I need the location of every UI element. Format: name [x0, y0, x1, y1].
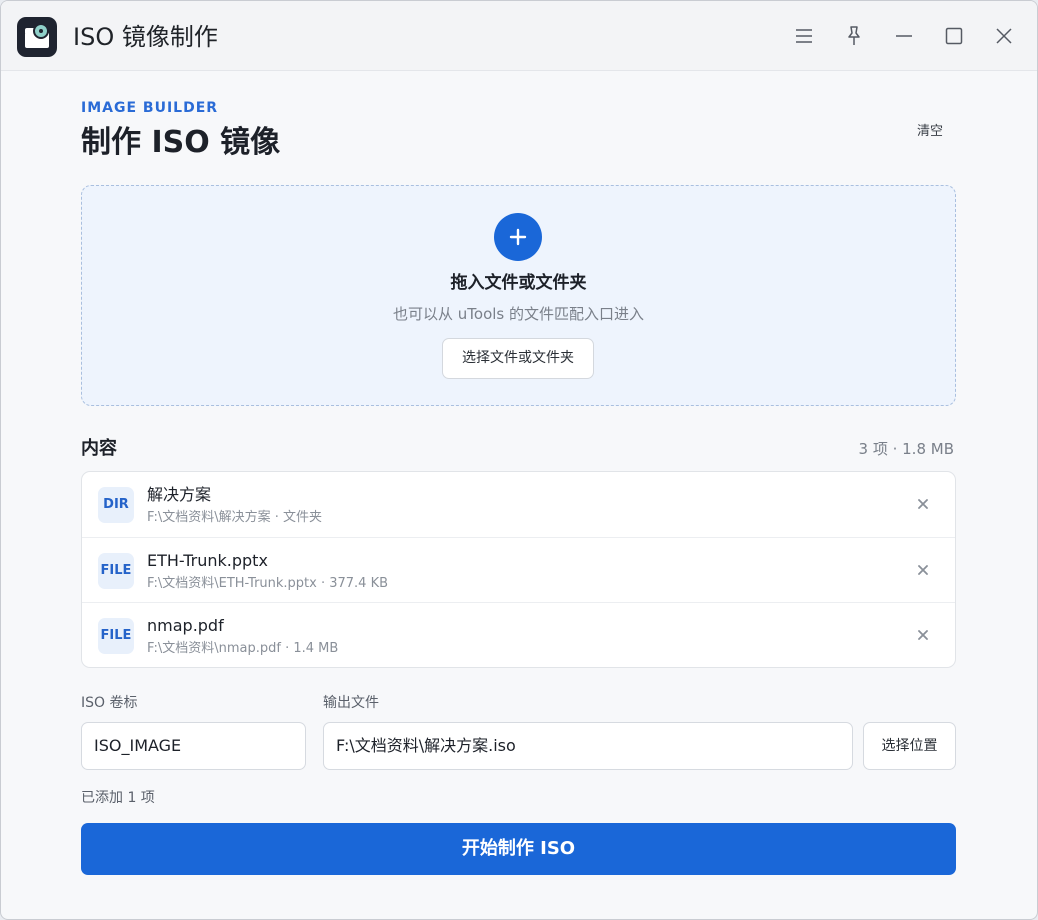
start-build-button[interactable]: 开始制作 ISO: [81, 823, 956, 875]
app-window: ISO 镜像制作 IMAGE BUILDER 制作 ISO 镜像 清空 拖入文件…: [0, 0, 1038, 920]
item-name: 解决方案: [147, 485, 212, 504]
menu-button[interactable]: [789, 21, 819, 51]
drop-zone-subtitle: 也可以从 uTools 的文件匹配入口进入: [393, 305, 644, 323]
choose-location-button[interactable]: 选择位置: [863, 722, 956, 770]
app-logo-icon: [17, 17, 57, 57]
item-name: ETH-Trunk.pptx: [147, 550, 268, 570]
list-item: DIR 解决方案 F:\文档资料\解决方案 · 文件夹: [82, 472, 955, 538]
close-icon: [996, 28, 1012, 44]
status-text: 已添加 1 项: [81, 790, 155, 806]
item-type-badge: DIR: [98, 487, 134, 523]
plus-icon: [509, 228, 527, 246]
choose-files-button[interactable]: 选择文件或文件夹: [442, 338, 594, 379]
remove-item-button[interactable]: [913, 560, 933, 580]
close-icon: [918, 499, 928, 509]
content-section-title: 内容: [81, 438, 117, 459]
output-file-input[interactable]: F:\文档资料\解决方案.iso: [323, 722, 853, 770]
minimize-icon: [896, 35, 912, 37]
page-title: 制作 ISO 镜像: [81, 125, 281, 160]
close-button[interactable]: [989, 21, 1019, 51]
item-meta: F:\文档资料\ETH-Trunk.pptx · 377.4 KB: [147, 575, 389, 591]
maximize-button[interactable]: [939, 21, 969, 51]
item-type-badge: FILE: [98, 552, 134, 589]
volume-label-title: ISO 卷标: [81, 695, 138, 711]
item-meta: F:\文档资料\nmap.pdf · 1.4 MB: [147, 641, 339, 656]
minimize-button[interactable]: [889, 21, 919, 51]
list-item: FILE nmap.pdf F:\文档资料\nmap.pdf · 1.4 MB: [82, 603, 955, 667]
content-summary: 3 项 · 1.8 MB: [858, 440, 954, 458]
item-type-badge: FILE: [98, 618, 134, 654]
close-icon: [918, 630, 928, 640]
list-item: FILE ETH-Trunk.pptx F:\文档资料\ETH-Trunk.pp…: [82, 538, 955, 603]
item-meta: F:\文档资料\解决方案 · 文件夹: [147, 510, 323, 525]
remove-item-button[interactable]: [913, 625, 933, 645]
eyebrow-label: IMAGE BUILDER: [81, 100, 219, 116]
window-title: ISO 镜像制作: [73, 23, 218, 51]
output-file-title: 输出文件: [323, 695, 379, 711]
menu-icon: [796, 29, 812, 43]
drop-zone[interactable]: 拖入文件或文件夹 也可以从 uTools 的文件匹配入口进入 选择文件或文件夹: [81, 185, 956, 406]
volume-label-input[interactable]: ISO_IMAGE: [81, 722, 306, 770]
drop-zone-title: 拖入文件或文件夹: [450, 273, 587, 293]
title-bar: ISO 镜像制作: [1, 1, 1037, 71]
remove-item-button[interactable]: [913, 494, 933, 514]
item-name: nmap.pdf: [147, 616, 224, 635]
add-button[interactable]: [494, 213, 542, 261]
clear-button[interactable]: 清空: [911, 123, 949, 141]
content-list: DIR 解决方案 F:\文档资料\解决方案 · 文件夹 FILE ETH-Tru…: [81, 471, 956, 668]
pin-button[interactable]: [839, 21, 869, 51]
close-icon: [918, 564, 928, 575]
pin-icon: [848, 26, 860, 45]
maximize-icon: [945, 27, 963, 45]
